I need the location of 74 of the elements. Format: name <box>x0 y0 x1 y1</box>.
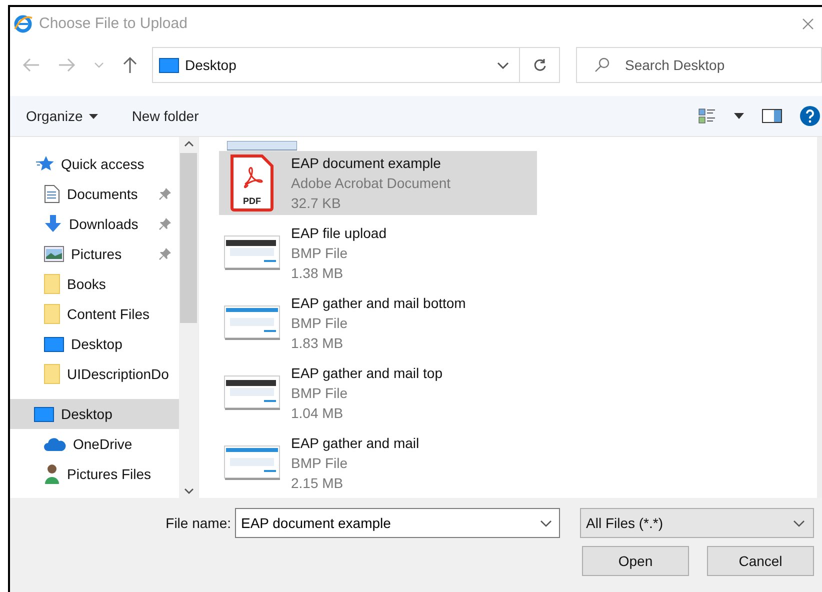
file-type-dropdown[interactable]: All Files (*.*) <box>580 508 814 538</box>
pdf-label: PDF <box>243 196 261 206</box>
sidebar-item[interactable]: Books <box>10 269 179 299</box>
pin-icon[interactable] <box>159 188 171 200</box>
browser-logo-icon <box>13 14 33 34</box>
cloud-icon <box>44 437 66 451</box>
cancel-button[interactable]: Cancel <box>707 546 814 576</box>
desktop-icon <box>44 336 64 352</box>
file-size: 1.38 MB <box>291 264 344 283</box>
file-name: EAP file upload <box>291 224 386 243</box>
desktop-icon <box>34 406 54 422</box>
star-icon <box>36 156 54 172</box>
folder-icon <box>44 364 60 384</box>
sidebar-item[interactable]: OneDrive <box>10 429 179 459</box>
sidebar-item[interactable]: UIDescriptionDo <box>10 359 179 389</box>
pin-icon[interactable] <box>159 218 171 230</box>
desktop-icon <box>159 58 179 72</box>
search-icon <box>594 57 610 73</box>
file-name: EAP gather and mail bottom <box>291 294 466 313</box>
sidebar-item[interactable]: Downloads <box>10 209 179 239</box>
sidebar-item[interactable]: Documents <box>10 179 179 209</box>
folder-icon <box>44 304 60 324</box>
close-icon[interactable] <box>802 18 814 30</box>
file-size: 1.83 MB <box>291 334 344 353</box>
file-size: 2.15 MB <box>291 474 344 493</box>
file-type: BMP File <box>291 244 349 263</box>
sidebar-item[interactable]: Desktop <box>10 329 179 359</box>
file-size: 32.7 KB <box>291 194 342 213</box>
chevron-down-icon[interactable] <box>497 62 509 68</box>
file-name: EAP gather and mail top <box>291 364 443 383</box>
toolbar-button[interactable]: New folder <box>124 104 207 128</box>
picture-icon <box>44 246 64 262</box>
file-name: EAP document example <box>291 154 442 173</box>
help-icon[interactable] <box>800 106 820 126</box>
view-options-icon[interactable] <box>698 108 716 124</box>
address-bar[interactable]: Desktop <box>152 47 520 83</box>
sidebar-item[interactable]: Desktop <box>10 399 179 429</box>
pin-icon[interactable] <box>159 248 171 260</box>
file-type: BMP File <box>291 314 349 333</box>
sidebar-item[interactable]: Pictures <box>10 239 179 269</box>
chevron-down-icon <box>793 520 805 526</box>
scroll-up-icon[interactable] <box>184 141 194 147</box>
file-name-field[interactable]: EAP document example <box>235 508 560 538</box>
file-item[interactable]: EAP gather and mail bottom BMP File 1.83 MB <box>219 291 537 355</box>
window-title: Choose File to Upload <box>39 15 188 32</box>
toolbar-button[interactable]: Organize <box>18 104 106 128</box>
chevron-down-icon[interactable] <box>540 520 552 527</box>
file-item[interactable]: EAP file upload BMP File 1.38 MB <box>219 221 537 285</box>
caret-icon[interactable] <box>734 113 744 119</box>
folder-icon <box>44 274 60 294</box>
file-size: 1.04 MB <box>291 404 344 423</box>
open-button[interactable]: Open <box>582 546 689 576</box>
person-icon <box>44 464 60 484</box>
download-arrow-icon <box>44 215 62 233</box>
file-name: EAP gather and mail <box>291 434 420 453</box>
file-name-label: File name: <box>166 515 231 531</box>
search-field[interactable]: Search Desktop <box>576 47 822 83</box>
file-type: Adobe Acrobat Document <box>291 174 451 193</box>
scrollbar[interactable] <box>179 137 198 498</box>
caret-icon <box>88 114 98 118</box>
refresh-button[interactable] <box>520 47 560 83</box>
sidebar-item[interactable]: Pictures Files <box>10 459 179 489</box>
document-icon <box>44 185 60 203</box>
file-item[interactable]: EAP gather and mail top BMP File 1.04 MB <box>219 361 537 425</box>
file-item[interactable]: EAP gather and mail BMP File 2.15 MB <box>219 431 537 495</box>
file-item[interactable]: PDF EAP document example Adobe Acrobat Document 32.7 KB <box>219 151 537 215</box>
sidebar-item[interactable]: Quick access <box>10 149 179 179</box>
up-arrow-icon[interactable] <box>122 56 138 74</box>
refresh-icon <box>532 58 546 72</box>
file-type: BMP File <box>291 454 349 473</box>
preview-pane-icon[interactable] <box>762 109 782 123</box>
file-type: BMP File <box>291 384 349 403</box>
scroll-down-icon[interactable] <box>184 488 194 494</box>
sidebar-item[interactable]: Content Files <box>10 299 179 329</box>
